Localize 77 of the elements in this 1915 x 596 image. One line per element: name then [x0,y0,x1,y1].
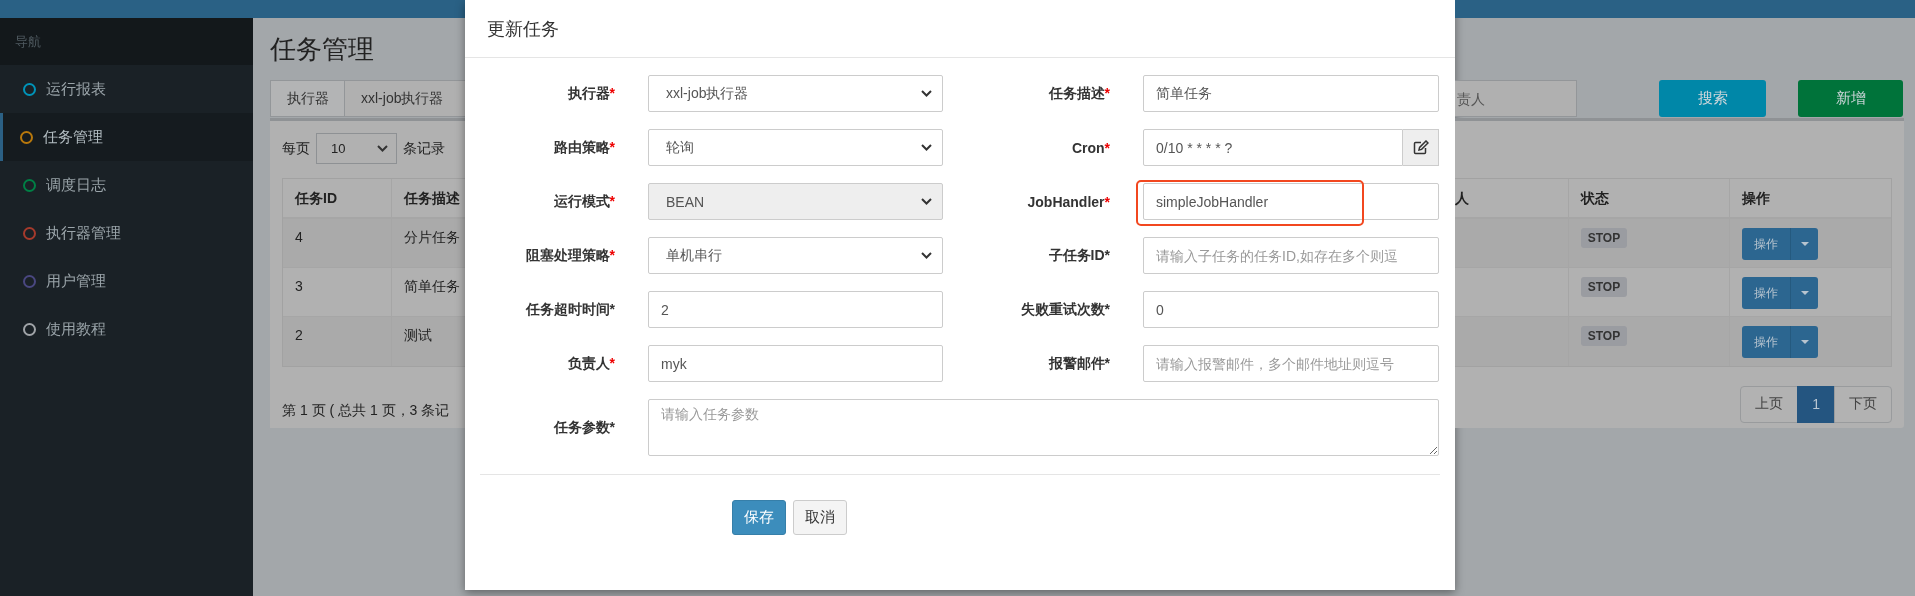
nav-item[interactable]: 用户管理 [0,257,253,305]
field-label: 任务超时时间* [524,300,615,319]
caret-icon [1800,242,1809,246]
nav-item[interactable]: 任务管理 [0,113,253,161]
page-title: 任务管理 [270,32,374,66]
column-header: 任务ID [283,179,393,217]
page-summary: 第 1 页 ( 总共 1 页，3 条记 [282,402,450,420]
edit-icon [1412,140,1429,155]
nav-heading: 导航 [15,32,41,51]
field-label: 阻塞处理策略* [524,246,615,265]
chevron-icon [921,144,932,151]
text-field[interactable]: myk [648,345,943,382]
executor-select[interactable]: xxl-job执行器 [345,80,465,117]
table-cell-text: 简单任务 [403,277,462,296]
column-header: 操作 [1741,189,1772,208]
field-label: 负责人* [566,354,615,373]
nav-item[interactable]: 使用教程 [0,305,253,353]
dropdown[interactable]: xxl-job执行器 [648,75,943,112]
table-cell-text: 分片任务 [403,228,462,247]
dropdown-button[interactable] [1790,277,1819,309]
add-button[interactable]: 新增 [1798,80,1903,117]
status-badge: STOP [1580,228,1628,248]
status-badge: STOP [1580,326,1628,346]
column-header: 状态 [1568,179,1731,217]
dropdown-button[interactable] [1790,228,1819,260]
cancel-button[interactable]: 取消 [793,500,847,535]
chevron-icon [921,90,932,97]
page-button[interactable]: 下页 [1834,385,1892,423]
table-cell-text: 测试 [403,326,434,345]
status-badge: STOP [1580,277,1628,297]
caret-icon [1800,340,1809,344]
edit-button[interactable] [1403,129,1439,166]
nav-item[interactable]: 调度日志 [0,161,253,209]
field-label: 任务描述* [1047,84,1110,103]
cron-field[interactable]: 0/10 * * * * ? [1143,129,1403,166]
table-cell: 2 [283,317,393,366]
action-button[interactable]: 操作 [1742,326,1791,358]
field-label: 运行模式* [552,192,615,211]
page-button[interactable]: 上页 [1740,385,1799,423]
chevron-icon [921,198,932,205]
chevron-icon [921,252,932,259]
text-field[interactable]: 请输入子任务的任务ID,如存在多个则逗 [1143,237,1439,274]
dropdown[interactable]: 单机串行 [648,237,943,274]
text-field[interactable]: simpleJobHandler [1143,183,1439,220]
table-cell: 4 [283,219,393,267]
page-button[interactable]: 1 [1797,385,1835,423]
page-size-label: 每页 [282,139,310,158]
dropdown-button[interactable] [1790,326,1819,358]
field-label: 报警邮件* [1047,354,1110,373]
owner-field[interactable]: 责人 [1455,80,1577,117]
text-area[interactable]: 请输入任务参数 [648,399,1439,456]
field-label: 子任务ID* [1047,246,1110,265]
field-label: 失败重试次数* [1019,300,1110,319]
nav-item[interactable]: 运行报表 [0,65,253,113]
dialog-title: 更新任务 [487,17,559,41]
action-button[interactable]: 操作 [1742,228,1791,260]
dropdown[interactable]: 轮询 [648,129,943,166]
nav-item[interactable]: 执行器管理 [0,209,253,257]
field-label: 路由策略* [552,138,615,157]
save-button[interactable]: 保存 [732,500,786,535]
field-label: Cron* [1070,139,1110,156]
text-field[interactable]: 2 [648,291,943,328]
action-button[interactable]: 操作 [1742,277,1791,309]
field-label: JobHandler* [1026,193,1110,210]
field-label: 任务参数* [552,418,615,437]
caret-icon [1800,291,1809,295]
text-field[interactable]: 请输入报警邮件，多个邮件地址则逗号 [1143,345,1439,382]
table-cell: 3 [283,268,393,316]
text-field[interactable]: 简单任务 [1143,75,1439,112]
executor-label: 执行器 [270,80,345,117]
chevron-icon [377,145,388,152]
column-header: 人 [1455,179,1569,217]
column-header: 任务描述 [402,189,462,208]
field-label: 执行器* [566,84,615,103]
page-size-select[interactable]: 10 [316,133,397,164]
text-field[interactable]: 0 [1143,291,1439,328]
page-size-label: 条记录 [403,139,445,158]
